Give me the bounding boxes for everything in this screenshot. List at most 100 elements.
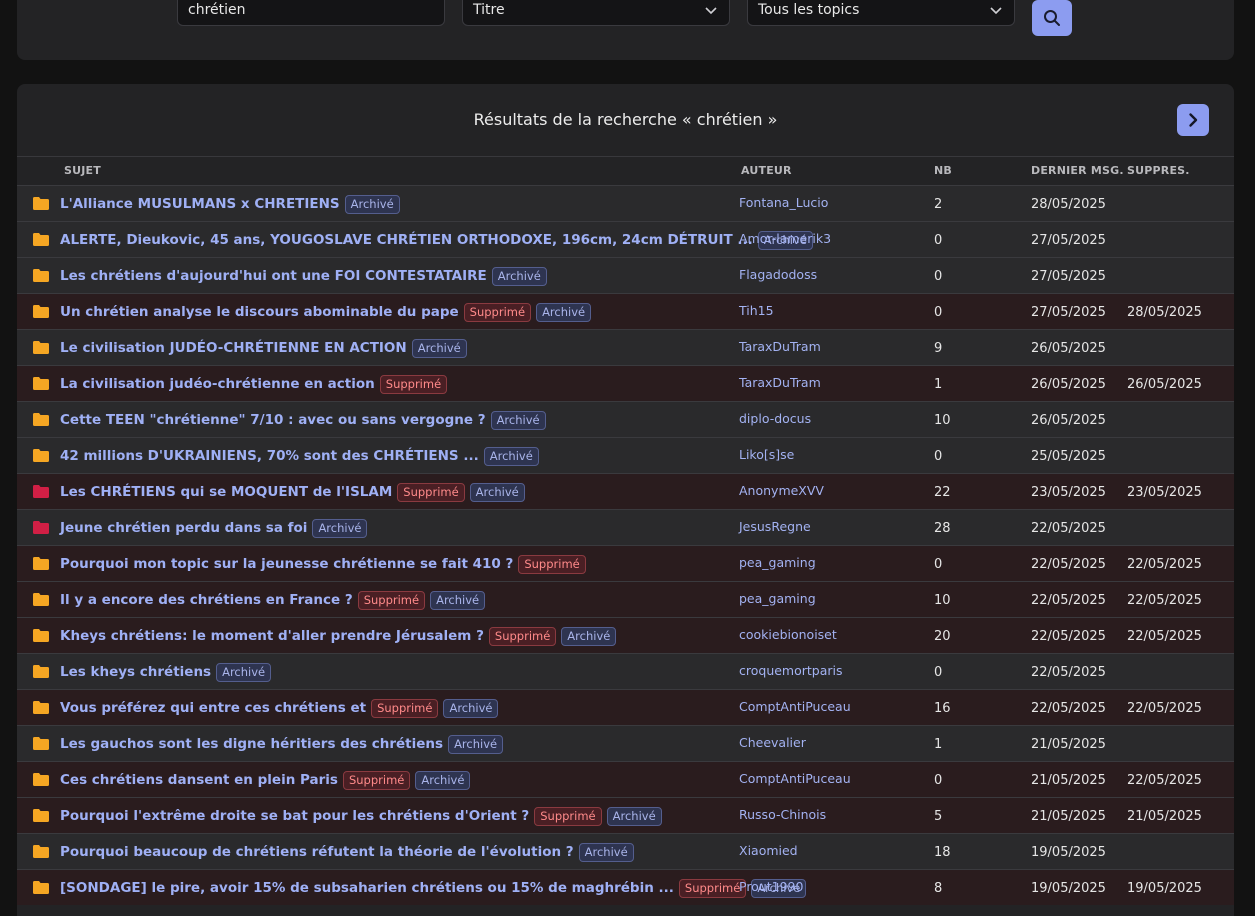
table-row[interactable]: Un chrétien analyse le discours abominab… bbox=[17, 293, 1234, 329]
archived-badge: Archivé bbox=[312, 518, 368, 538]
folder-icon bbox=[33, 341, 49, 354]
topic-title-link[interactable]: La civilisation judéo-chrétienne en acti… bbox=[60, 376, 375, 392]
search-input[interactable]: chrétien bbox=[177, 0, 445, 26]
topic-title-link[interactable]: Pourquoi beaucoup de chrétiens réfutent … bbox=[60, 844, 574, 860]
archived-badge: Archivé bbox=[491, 266, 547, 286]
last-message-date: 19/05/2025 bbox=[1031, 845, 1106, 860]
deleted-date: 28/05/2025 bbox=[1127, 305, 1202, 320]
search-button[interactable] bbox=[1032, 0, 1072, 36]
results-table: L'Alliance MUSULMANS x CHRETIENS Archivé F… bbox=[17, 185, 1234, 905]
table-row[interactable]: L'Alliance MUSULMANS x CHRETIENS Archivé F… bbox=[17, 185, 1234, 221]
author-link[interactable]: TaraxDuTram bbox=[739, 375, 821, 390]
author-link[interactable]: JesusRegne bbox=[739, 519, 811, 534]
table-row[interactable]: Les gauchos sont les digne héritiers des… bbox=[17, 725, 1234, 761]
column-header-last-message: DERNIER MSG. bbox=[1031, 164, 1124, 177]
table-row[interactable]: Les chrétiens d'aujourd'hui ont une FOI … bbox=[17, 257, 1234, 293]
author-link[interactable]: croquemortparis bbox=[739, 663, 843, 678]
deleted-date: 22/05/2025 bbox=[1127, 629, 1202, 644]
table-row[interactable]: Le civilisation JUDÉO-CHRÉTIENNE EN ACTI… bbox=[17, 329, 1234, 365]
table-row[interactable]: Pourquoi l'extrême droite se bat pour le… bbox=[17, 797, 1234, 833]
column-header-author: AUTEUR bbox=[741, 164, 792, 177]
message-count: 1 bbox=[934, 377, 943, 392]
author-link[interactable]: Tih15 bbox=[739, 303, 774, 318]
author-link[interactable]: pea_gaming bbox=[739, 555, 816, 570]
table-row[interactable]: La civilisation judéo-chrétienne en acti… bbox=[17, 365, 1234, 401]
deleted-badge: Supprimé bbox=[488, 626, 557, 646]
search-scope-select[interactable]: Tous les topics bbox=[747, 0, 1015, 26]
deleted-date: 26/05/2025 bbox=[1127, 377, 1202, 392]
author-link[interactable]: Xiaomied bbox=[739, 843, 798, 858]
table-row[interactable]: Les CHRÉTIENS qui se MOQUENT de l'ISLAM S… bbox=[17, 473, 1234, 509]
topic-subject: Les chrétiens d'aujourd'hui ont une FOI … bbox=[60, 258, 740, 294]
author-link[interactable]: TaraxDuTram bbox=[739, 339, 821, 354]
table-row[interactable]: Cette TEEN "chrétienne" 7/10 : avec ou s… bbox=[17, 401, 1234, 437]
author-link[interactable]: AnonymeXVV bbox=[739, 483, 824, 498]
topic-title-link[interactable]: Pourquoi mon topic sur la jeunesse chrét… bbox=[60, 556, 513, 572]
topic-title-link[interactable]: Kheys chrétiens: le moment d'aller prend… bbox=[60, 628, 484, 644]
chevron-right-icon bbox=[1189, 113, 1198, 127]
topic-title-link[interactable]: Les chrétiens d'aujourd'hui ont une FOI … bbox=[60, 268, 487, 284]
table-row[interactable]: 42 millions D'UKRAINIENS, 70% sont des C… bbox=[17, 437, 1234, 473]
topic-title-link[interactable]: Ces chrétiens dansent en plein Paris bbox=[60, 772, 338, 788]
archived-badge: Archivé bbox=[411, 338, 467, 358]
search-type-select[interactable]: Titre bbox=[462, 0, 730, 26]
author-link[interactable]: ComptAntiPuceau bbox=[739, 699, 851, 714]
author-link[interactable]: Russo-Chinois bbox=[739, 807, 826, 822]
message-count: 5 bbox=[934, 809, 943, 824]
table-row[interactable]: Il y a encore des chrétiens en France ? S… bbox=[17, 581, 1234, 617]
archived-badge: Archivé bbox=[606, 806, 662, 826]
table-row[interactable]: [SONDAGE] le pire, avoir 15% de subsahar… bbox=[17, 869, 1234, 905]
search-panel: chrétien Titre Tous les topics bbox=[17, 0, 1234, 60]
topic-title-link[interactable]: Un chrétien analyse le discours abominab… bbox=[60, 304, 459, 320]
author-link[interactable]: Cheevalier bbox=[739, 735, 806, 750]
author-link[interactable]: Prout1990 bbox=[739, 879, 803, 894]
topic-subject: Les CHRÉTIENS qui se MOQUENT de l'ISLAM S… bbox=[60, 474, 740, 510]
last-message-date: 22/05/2025 bbox=[1031, 701, 1106, 716]
author-link[interactable]: Flagadodoss bbox=[739, 267, 817, 282]
table-row[interactable]: Les kheys chrétiens Archivé croquemortpari… bbox=[17, 653, 1234, 689]
author-link[interactable]: Fontana_Lucio bbox=[739, 195, 828, 210]
topic-title-link[interactable]: Jeune chrétien perdu dans sa foi bbox=[60, 520, 307, 536]
last-message-date: 22/05/2025 bbox=[1031, 557, 1106, 572]
topic-title-link[interactable]: Pourquoi l'extrême droite se bat pour le… bbox=[60, 808, 529, 824]
topic-title-link[interactable]: L'Alliance MUSULMANS x CHRETIENS bbox=[60, 196, 340, 212]
next-page-button[interactable] bbox=[1177, 104, 1209, 136]
topic-subject: Un chrétien analyse le discours abominab… bbox=[60, 294, 740, 330]
author-link[interactable]: Amor-lamerik3 bbox=[739, 231, 831, 246]
deleted-badge: Supprimé bbox=[371, 698, 439, 718]
topic-title-link[interactable]: 42 millions D'UKRAINIENS, 70% sont des C… bbox=[60, 448, 479, 464]
message-count: 10 bbox=[934, 593, 951, 608]
topic-title-link[interactable]: Vous préférez qui entre ces chrétiens et bbox=[60, 700, 366, 716]
table-row[interactable]: Kheys chrétiens: le moment d'aller prend… bbox=[17, 617, 1234, 653]
author-link[interactable]: pea_gaming bbox=[739, 591, 816, 606]
topic-title-link[interactable]: Les gauchos sont les digne héritiers des… bbox=[60, 736, 443, 752]
topic-title-link[interactable]: Le civilisation JUDÉO-CHRÉTIENNE EN ACTI… bbox=[60, 340, 407, 356]
archived-badge: Archivé bbox=[536, 302, 592, 322]
topic-title-link[interactable]: Cette TEEN "chrétienne" 7/10 : avec ou s… bbox=[60, 412, 486, 428]
author-link[interactable]: cookiebionoiset bbox=[739, 627, 837, 642]
message-count: 0 bbox=[934, 233, 943, 248]
topic-title-link[interactable]: [SONDAGE] le pire, avoir 15% de subsahar… bbox=[60, 880, 674, 896]
table-row[interactable]: Vous préférez qui entre ces chrétiens et… bbox=[17, 689, 1234, 725]
topic-title-link[interactable]: Il y a encore des chrétiens en France ? bbox=[60, 592, 353, 608]
table-row[interactable]: Jeune chrétien perdu dans sa foi Archivé J… bbox=[17, 509, 1234, 545]
table-row[interactable]: ALERTE, Dieukovic, 45 ans, YOUGOSLAVE CH… bbox=[17, 221, 1234, 257]
deleted-badge: Supprimé bbox=[357, 590, 426, 610]
topic-title-link[interactable]: Les kheys chrétiens bbox=[60, 664, 211, 680]
table-row[interactable]: Pourquoi beaucoup de chrétiens réfutent … bbox=[17, 833, 1234, 869]
topic-title-link[interactable]: ALERTE, Dieukovic, 45 ans, YOUGOSLAVE CH… bbox=[60, 232, 753, 248]
author-link[interactable]: ComptAntiPuceau bbox=[739, 771, 851, 786]
author-link[interactable]: Liko[s]se bbox=[739, 447, 794, 462]
folder-icon bbox=[33, 377, 49, 390]
deleted-date: 22/05/2025 bbox=[1127, 701, 1202, 716]
table-row[interactable]: Pourquoi mon topic sur la jeunesse chrét… bbox=[17, 545, 1234, 581]
topic-subject: Les gauchos sont les digne héritiers des… bbox=[60, 726, 740, 762]
archived-badge: Archivé bbox=[469, 482, 525, 502]
topic-subject: Les kheys chrétiens Archivé bbox=[60, 654, 740, 690]
deleted-date: 22/05/2025 bbox=[1127, 773, 1202, 788]
folder-icon bbox=[33, 557, 49, 570]
folder-icon bbox=[33, 845, 49, 858]
topic-title-link[interactable]: Les CHRÉTIENS qui se MOQUENT de l'ISLAM bbox=[60, 484, 392, 500]
table-row[interactable]: Ces chrétiens dansent en plein Paris Supp… bbox=[17, 761, 1234, 797]
author-link[interactable]: diplo-docus bbox=[739, 411, 811, 426]
